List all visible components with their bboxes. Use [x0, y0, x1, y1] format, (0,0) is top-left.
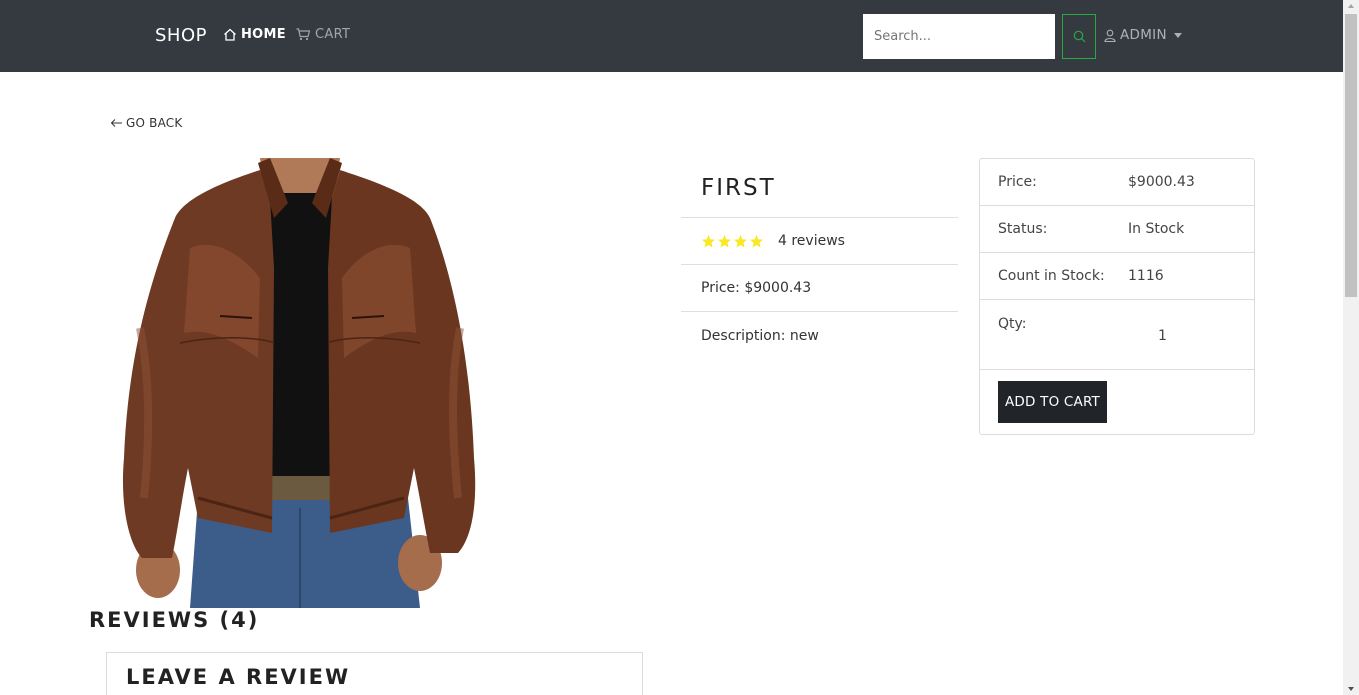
card-status-row: Status: In Stock — [980, 206, 1254, 253]
scroll-up-icon[interactable] — [1348, 4, 1354, 8]
scrollbar-thumb[interactable] — [1345, 14, 1357, 297]
user-icon — [1104, 29, 1116, 42]
leave-review-card: LEAVE A REVIEW — [106, 652, 643, 695]
navbar: SHOP HOME CART ADMIN — [0, 0, 1343, 72]
star-icon — [717, 234, 732, 247]
product-rating-row: 4 reviews — [681, 218, 958, 265]
arrow-left-icon — [110, 119, 122, 127]
search-button[interactable] — [1062, 14, 1096, 59]
card-qty-label: Qty: — [998, 316, 1027, 332]
card-count-label: Count in Stock: — [998, 268, 1105, 284]
product-price-row: Price: $9000.43 — [681, 265, 958, 312]
go-back-link[interactable]: GO BACK — [110, 116, 182, 130]
star-icon — [733, 234, 748, 247]
brand-link[interactable]: SHOP — [155, 25, 207, 46]
scroll-down-icon[interactable] — [1348, 687, 1354, 691]
card-price-row: Price: $9000.43 — [980, 159, 1254, 206]
reviews-heading: REVIEWS (4) — [89, 608, 260, 632]
product-price: Price: $9000.43 — [701, 280, 812, 296]
nav-home-label: HOME — [241, 27, 286, 42]
product-description: Description: new — [701, 327, 819, 344]
product-title-row: FIRST — [681, 158, 958, 218]
add-to-cart-button[interactable]: ADD TO CART — [998, 381, 1107, 423]
qty-select[interactable]: 1 — [1128, 328, 1188, 344]
go-back-label: GO BACK — [126, 116, 183, 130]
star-icon — [749, 234, 764, 247]
leave-review-heading: LEAVE A REVIEW — [126, 665, 351, 689]
nav-cart-label: CART — [315, 27, 351, 42]
rating-stars — [701, 234, 764, 249]
search-input[interactable] — [863, 14, 1055, 59]
home-icon — [224, 28, 236, 41]
card-qty-row: Qty: 1 — [980, 300, 1254, 370]
admin-label: ADMIN — [1120, 27, 1167, 43]
nav-home-link[interactable]: HOME — [223, 27, 286, 42]
card-count-value: 1116 — [1128, 268, 1164, 284]
card-status-label: Status: — [998, 221, 1048, 237]
reviews-count: 4 reviews — [778, 233, 845, 249]
card-price-value: $9000.43 — [1128, 174, 1195, 190]
product-description-row: Description: new — [681, 312, 958, 359]
product-title: FIRST — [701, 174, 776, 201]
card-price-label: Price: — [998, 174, 1037, 190]
search-icon — [1073, 30, 1085, 43]
chevron-down-icon — [1173, 32, 1182, 38]
page-scrollbar[interactable] — [1343, 0, 1359, 695]
card-status-value: In Stock — [1128, 221, 1185, 237]
cart-icon — [296, 28, 311, 41]
admin-dropdown[interactable]: ADMIN — [1104, 27, 1182, 43]
nav-cart-link[interactable]: CART — [296, 27, 350, 42]
product-details-list: FIRST 4 reviews Price: $9000.43 Descript… — [681, 158, 958, 359]
qty-select-value: 1 — [1158, 328, 1167, 344]
product-image — [122, 158, 476, 608]
purchase-card: Price: $9000.43 Status: In Stock Count i… — [979, 158, 1255, 435]
star-icon — [701, 234, 716, 247]
card-count-row: Count in Stock: 1116 — [980, 253, 1254, 300]
